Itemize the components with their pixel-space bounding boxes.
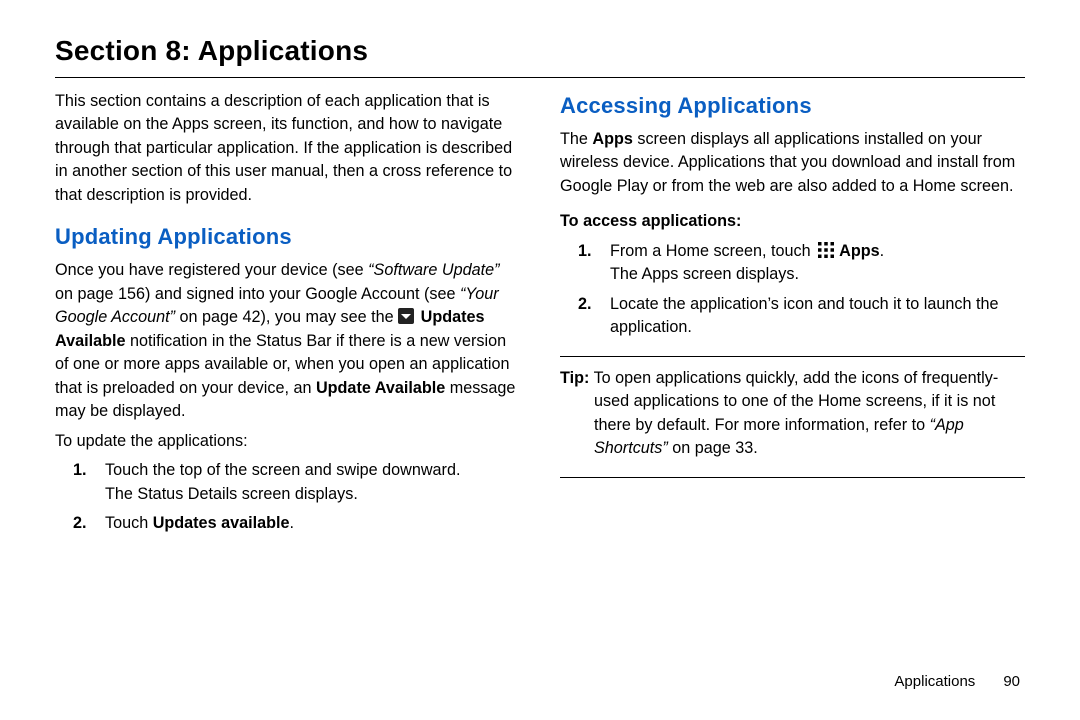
tip-block: Tip: To open applications quickly, add t…	[560, 356, 1025, 478]
step-number: 1.	[73, 459, 95, 506]
apps-label: Apps	[592, 130, 632, 148]
list-item: 1. From a Home screen, touch Apps. The A…	[560, 240, 1025, 287]
apps-grid-icon	[817, 241, 835, 259]
horizontal-rule	[55, 77, 1025, 78]
heading-updating-applications: Updating Applications	[55, 221, 520, 253]
text: Touch the top of the screen and swipe do…	[105, 461, 460, 479]
text: on page 33.	[668, 439, 758, 457]
tip-label: Tip:	[560, 369, 589, 387]
updating-paragraph: Once you have registered your device (se…	[55, 259, 520, 423]
access-lead: To access applications:	[560, 210, 1025, 233]
text: The Apps screen displays.	[610, 265, 799, 283]
manual-page: Section 8: Applications This section con…	[0, 0, 1080, 720]
step-body: Locate the application’s icon and touch …	[610, 293, 1025, 340]
text: The	[560, 130, 592, 148]
update-available-label: Update Available	[316, 379, 445, 397]
intro-paragraph: This section contains a description of e…	[55, 90, 520, 207]
text: .	[880, 242, 885, 260]
step-number: 1.	[578, 240, 600, 287]
left-column: This section contains a description of e…	[55, 90, 520, 542]
step-body: From a Home screen, touch Apps. The Apps…	[610, 240, 1025, 287]
section-title: Section 8: Applications	[55, 35, 1025, 67]
text: Touch	[105, 514, 153, 532]
right-column: Accessing Applications The Apps screen d…	[560, 90, 1025, 542]
heading-accessing-applications: Accessing Applications	[560, 90, 1025, 122]
list-item: 2. Touch Updates available.	[55, 512, 520, 535]
tip-paragraph: Tip: To open applications quickly, add t…	[560, 367, 1025, 461]
text: The Status Details screen displays.	[105, 485, 358, 503]
updates-available-icon	[398, 308, 414, 324]
text: From a Home screen, touch	[610, 242, 815, 260]
step-body: Touch Updates available.	[105, 512, 520, 535]
update-lead: To update the applications:	[55, 430, 520, 453]
list-item: 1. Touch the top of the screen and swipe…	[55, 459, 520, 506]
two-column-layout: This section contains a description of e…	[55, 90, 1025, 542]
access-steps-list: 1. From a Home screen, touch Apps. The A…	[560, 240, 1025, 340]
page-footer: Applications 90	[894, 673, 1020, 690]
footer-section-label: Applications	[894, 673, 975, 690]
update-steps-list: 1. Touch the top of the screen and swipe…	[55, 459, 520, 535]
text: .	[289, 514, 294, 532]
accessing-paragraph: The Apps screen displays all application…	[560, 128, 1025, 198]
text: on page 156) and signed into your Google…	[55, 285, 460, 303]
step-number: 2.	[73, 512, 95, 535]
step-body: Touch the top of the screen and swipe do…	[105, 459, 520, 506]
text: Once you have registered your device (se…	[55, 261, 368, 279]
xref-software-update: “Software Update”	[368, 261, 499, 279]
apps-label: Apps	[839, 242, 879, 260]
text: Locate the application’s icon and touch …	[610, 295, 998, 336]
text: on page 42), you may see the	[175, 308, 398, 326]
list-item: 2. Locate the application’s icon and tou…	[560, 293, 1025, 340]
step-number: 2.	[578, 293, 600, 340]
updates-available-link: Updates available	[153, 514, 290, 532]
page-number: 90	[1003, 673, 1020, 690]
